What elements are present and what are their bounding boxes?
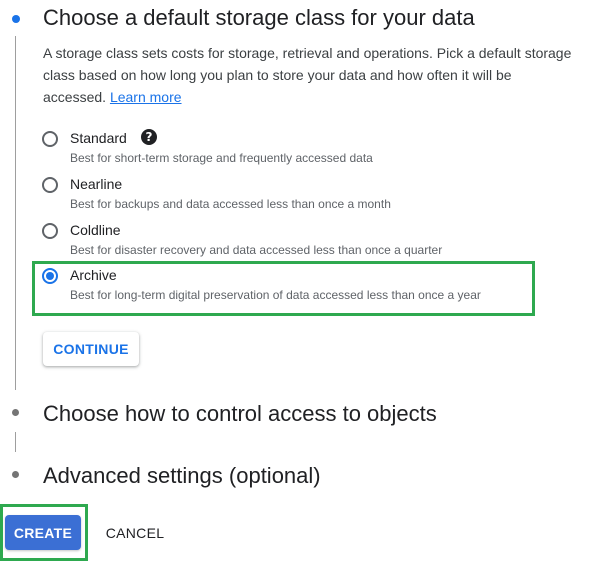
option-description: Best for short-term storage and frequent… [70,151,373,165]
step-title-storage-class[interactable]: Choose a default storage class for your … [43,5,475,31]
create-button[interactable]: CREATE [5,515,81,550]
archive-highlight-box [32,261,535,316]
option-description: Best for backups and data accessed less … [70,197,391,211]
create-bucket-page: Choose a default storage class for your … [0,0,594,565]
step-connector-line [15,36,16,390]
radio-standard[interactable] [42,131,58,147]
radio-nearline[interactable] [42,177,58,193]
step-indicator [12,409,19,416]
step-indicator [12,471,19,478]
step-title-advanced-settings[interactable]: Advanced settings (optional) [43,463,321,489]
help-icon[interactable]: ? [141,129,157,145]
radio-coldline[interactable] [42,223,58,239]
option-label: Coldline [70,222,121,238]
storage-class-description: A storage class sets costs for storage, … [43,42,573,108]
option-label: Standard [70,130,127,146]
continue-button[interactable]: CONTINUE [43,332,139,366]
step-indicator-active [12,15,20,23]
cancel-button[interactable]: CANCEL [97,515,173,550]
option-description: Best for disaster recovery and data acce… [70,243,443,257]
storage-option-nearline[interactable]: Nearline Best for backups and data acces… [41,174,531,218]
step-connector-line [15,432,16,452]
storage-option-standard[interactable]: Standard ? Best for short-term storage a… [41,128,531,172]
storage-option-coldline[interactable]: Coldline Best for disaster recovery and … [41,220,531,264]
option-label: Nearline [70,176,123,192]
step-title-access-control[interactable]: Choose how to control access to objects [43,401,437,427]
learn-more-link[interactable]: Learn more [110,89,182,105]
